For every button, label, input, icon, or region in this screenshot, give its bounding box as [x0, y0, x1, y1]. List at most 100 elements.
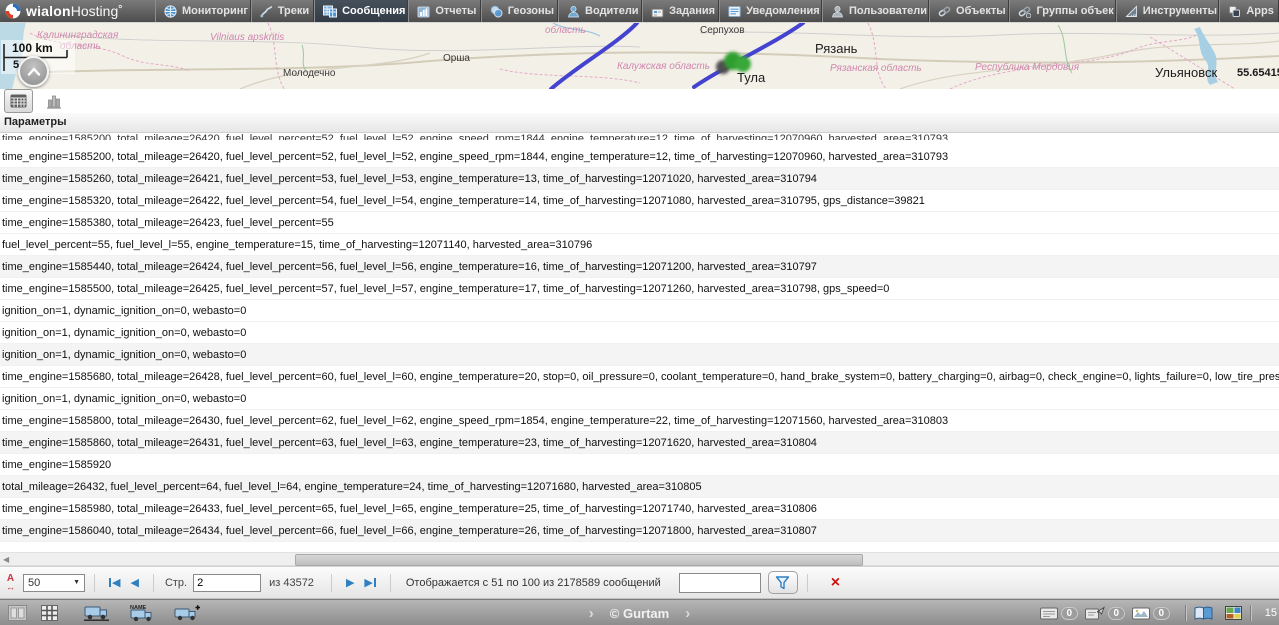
chevron-down-icon: ▼ — [73, 579, 80, 586]
message-row[interactable]: time_engine=1585380, total_mileage=26423… — [0, 212, 1279, 234]
tab-label: Объекты — [956, 5, 1006, 17]
tab-users[interactable]: Пользователи — [822, 0, 929, 22]
separator — [1185, 605, 1186, 621]
messages-sub-toolbar — [0, 89, 1279, 113]
first-page-button[interactable]: ◀ — [109, 576, 120, 589]
driver-messages-count-badge: 0 — [1061, 607, 1078, 620]
tab-label: Инструменты — [1143, 5, 1217, 17]
clock-time: 15 — [1265, 607, 1277, 619]
message-row[interactable]: time_engine=1585680, total_mileage=26428… — [0, 366, 1279, 388]
tab-tracks[interactable]: Треки — [251, 0, 314, 22]
page-label: Стр. — [165, 577, 187, 589]
reports-icon — [417, 5, 430, 18]
message-row[interactable]: time_engine=1585500, total_mileage=26425… — [0, 278, 1279, 300]
split-panel-icon[interactable] — [8, 605, 27, 621]
pages-total-label: из 43572 — [269, 577, 314, 589]
tab-messages[interactable]: Сообщения — [314, 0, 408, 22]
message-row[interactable]: ignition_on=1, dynamic_ignition_on=0, we… — [0, 300, 1279, 322]
message-row[interactable]: time_engine=1585860, total_mileage=26431… — [0, 432, 1279, 454]
messages-range-status: Отображается с 51 по 100 из 2178589 сооб… — [406, 577, 661, 589]
truck-on-road-icon[interactable] — [84, 604, 111, 621]
chevron-up-icon — [27, 67, 41, 76]
tab-monitoring[interactable]: Мониторинг — [155, 0, 251, 22]
media-messages-icon[interactable] — [1132, 607, 1150, 620]
page-size-select[interactable]: 50 ▼ — [23, 574, 85, 592]
last-page-button[interactable]: ▶ — [364, 576, 375, 589]
tab-label: Уведомления — [746, 5, 820, 17]
truck-names-icon[interactable]: NAME — [129, 604, 156, 622]
tab-jobs[interactable]: Задания — [642, 0, 719, 22]
chart-view-button[interactable] — [42, 90, 66, 112]
tab-label: Водители — [585, 5, 639, 17]
tab-label: Сообщения — [342, 5, 405, 17]
commands-count-badge: 0 — [1108, 607, 1125, 620]
tab-tools[interactable]: Инструменты — [1116, 0, 1220, 22]
message-row[interactable]: ignition_on=1, dynamic_ignition_on=0, we… — [0, 344, 1279, 366]
tab-label: Геозоны — [508, 5, 554, 17]
tab-label: Apps — [1246, 5, 1274, 17]
tab-apps[interactable]: Apps — [1219, 0, 1279, 22]
tab-notifications[interactable]: Уведомления — [719, 0, 822, 22]
apps-icon — [1228, 5, 1241, 18]
scrollbar-thumb[interactable] — [295, 554, 863, 566]
wialon-app: wialonHosting˚ МониторингТрекиСообщенияО… — [0, 0, 1279, 625]
tab-label: Пользователи — [849, 5, 927, 17]
tab-drivers[interactable]: Водители — [558, 0, 642, 22]
tab-label: Группы объек — [1036, 5, 1113, 17]
clear-filter-button[interactable]: × — [831, 575, 840, 591]
map-collapse-button[interactable] — [18, 56, 49, 87]
wialon-logo: wialonHosting˚ — [0, 0, 155, 22]
commands-sent-icon[interactable] — [1085, 606, 1105, 620]
prev-page-button[interactable]: ◀ — [130, 576, 138, 589]
tab-geofences[interactable]: Геозоны — [481, 0, 558, 22]
message-row[interactable]: time_engine=1585200, total_mileage=26420… — [0, 146, 1279, 168]
grid-view-icon[interactable] — [41, 605, 58, 621]
add-unit-truck-icon[interactable] — [174, 604, 201, 621]
message-row[interactable]: total_mileage=26432, fuel_level_percent=… — [0, 476, 1279, 498]
separator — [390, 574, 391, 592]
jobs-icon — [651, 5, 664, 18]
page-size-value: 50 — [28, 577, 40, 589]
message-row[interactable]: ignition_on=1, dynamic_ignition_on=0, we… — [0, 388, 1279, 410]
apply-filter-button[interactable] — [768, 571, 798, 594]
scroll-left-arrow-icon[interactable]: ◀ — [3, 555, 9, 564]
unit-icon — [938, 5, 951, 18]
message-row[interactable]: time_engine=1585980, total_mileage=26433… — [0, 498, 1279, 520]
message-row[interactable]: time_engine=1585440, total_mileage=26424… — [0, 256, 1279, 278]
message-row[interactable]: time_engine=1585920 — [0, 454, 1279, 476]
tab-reports[interactable]: Отчеты — [408, 0, 480, 22]
expand-left-panel-icon[interactable]: › — [589, 605, 594, 622]
globe-icon — [164, 5, 177, 18]
message-row[interactable]: time_engine=1585800, total_mileage=26430… — [0, 410, 1279, 432]
map-strip[interactable]: КалининградскаяобластьVilniaus apskritis… — [0, 22, 1279, 90]
bar-chart-icon — [46, 94, 62, 109]
apps-panel-icon[interactable] — [1225, 606, 1242, 620]
tab-unit-groups[interactable]: Группы объек — [1009, 0, 1115, 22]
expand-right-panel-icon[interactable]: › — [685, 605, 690, 622]
table-view-button[interactable] — [4, 89, 33, 113]
message-row[interactable]: time_engine=1585320, total_mileage=26422… — [0, 190, 1279, 212]
page-number-input[interactable] — [193, 574, 261, 592]
pagination-bar: A↔ 50 ▼ ◀ ◀ Стр. из 43572 ▶ ▶ Отображает… — [0, 566, 1279, 599]
message-row[interactable]: time_engine=1585260, total_mileage=26421… — [0, 168, 1279, 190]
geofences-icon — [490, 5, 503, 18]
tools-icon — [1125, 5, 1138, 18]
horizontal-scrollbar[interactable]: ◀ — [0, 552, 1279, 566]
guide-book-icon[interactable] — [1194, 606, 1213, 621]
footer-right-tools: 0 0 0 — [1040, 600, 1277, 625]
footer-left-tools: NAME — [0, 604, 201, 622]
tab-units[interactable]: Объекты — [929, 0, 1009, 22]
separator — [94, 574, 95, 592]
autofit-columns-icon[interactable]: A↔ — [6, 575, 15, 591]
next-page-button[interactable]: ▶ — [346, 576, 354, 589]
message-row[interactable]: ignition_on=1, dynamic_ignition_on=0, we… — [0, 322, 1279, 344]
tab-label: Мониторинг — [182, 5, 248, 17]
driver-icon — [567, 5, 580, 18]
top-tab-bar: wialonHosting˚ МониторингТрекиСообщенияО… — [0, 0, 1279, 22]
message-row[interactable]: time_engine=1586040, total_mileage=26434… — [0, 520, 1279, 542]
driver-messages-icon[interactable] — [1040, 607, 1058, 620]
message-row[interactable]: fuel_level_percent=55, fuel_level_l=55, … — [0, 234, 1279, 256]
column-header-parameters[interactable]: Параметры — [0, 113, 1279, 133]
filter-input[interactable] — [679, 573, 761, 593]
filter-funnel-icon — [775, 576, 790, 590]
